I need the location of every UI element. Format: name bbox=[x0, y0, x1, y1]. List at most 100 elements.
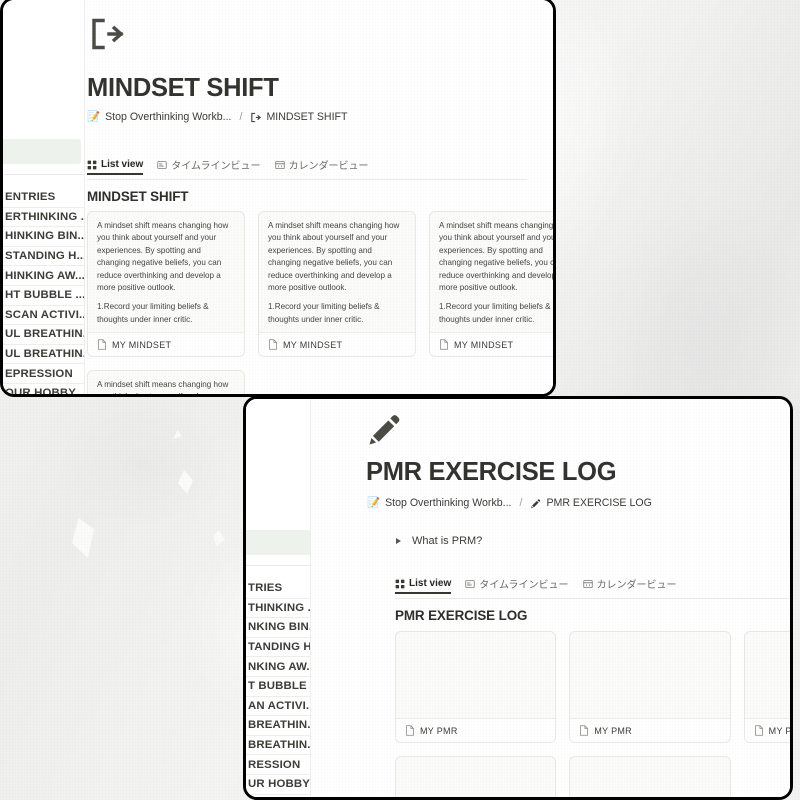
view-tabs[interactable]: List view タイムラインビュー カレンダービュー bbox=[87, 157, 527, 180]
sidebar-item-list[interactable]: ENTRIES ERTHINKING ... HINKING BIN... STAND… bbox=[3, 188, 84, 394]
sidebar-item[interactable]: SCAN ACTIVI... bbox=[3, 306, 84, 326]
breadcrumb-parent[interactable]: Stop Overthinking Workb... bbox=[385, 497, 511, 509]
sidebar-item[interactable]: HT BUBBLE ... bbox=[3, 286, 84, 306]
breadcrumb-current[interactable]: MINDSET SHIFT bbox=[266, 111, 347, 123]
card-body bbox=[570, 757, 729, 797]
sidebar-item[interactable]: UL BREATHIN... bbox=[3, 345, 84, 365]
sidebar-item-label: STANDING H... bbox=[5, 250, 84, 263]
sidebar-item[interactable]: NKING AW... bbox=[246, 657, 310, 677]
sidebar-mindset[interactable]: tion ENTRIES ERTHINKING ... HINKING BIN...… bbox=[3, 0, 85, 394]
card[interactable]: A mindset shift means changing how you t… bbox=[87, 370, 245, 394]
sidebar-item[interactable]: ERTHINKING ... bbox=[3, 208, 84, 228]
card[interactable]: A mindset shift means changing how you t… bbox=[258, 211, 416, 357]
sidebar-divider bbox=[246, 565, 310, 566]
card[interactable]: A mindset shift means changing how you t… bbox=[429, 211, 553, 357]
timeline-view-icon bbox=[157, 160, 167, 170]
card-body bbox=[396, 632, 555, 718]
sidebar-item[interactable]: HINKING BIN... bbox=[3, 227, 84, 247]
sidebar-item[interactable]: STANDING H... bbox=[3, 247, 84, 267]
sidebar-item[interactable]: RESSION bbox=[246, 755, 310, 775]
card-body: A mindset shift means changing how you t… bbox=[430, 212, 553, 332]
page-icon bbox=[405, 725, 415, 736]
memo-emoji: 📝 bbox=[367, 496, 381, 509]
card[interactable]: MY PMR bbox=[569, 631, 731, 743]
pencil-icon bbox=[530, 498, 541, 509]
sidebar-item[interactable]: BREATHIN... bbox=[246, 716, 310, 736]
page-icon bbox=[97, 339, 107, 350]
sidebar-item-label: BREATHIN... bbox=[248, 739, 310, 752]
card-body: A mindset shift means changing how you t… bbox=[259, 212, 415, 332]
notion-page-pmr: on TRIES THINKING ... NKING BIN... TANDING … bbox=[246, 399, 790, 797]
card[interactable] bbox=[569, 756, 731, 797]
exit-icon bbox=[250, 112, 262, 123]
breadcrumb-current[interactable]: PMR EXERCISE LOG bbox=[546, 497, 651, 509]
page-icon bbox=[439, 339, 449, 350]
card[interactable] bbox=[395, 756, 557, 797]
sidebar-item[interactable]: UL BREATHIN... bbox=[3, 325, 84, 345]
card-footer[interactable]: MY PMR bbox=[396, 718, 556, 742]
breadcrumb[interactable]: 📝 Stop Overthinking Workb... / MINDSET S… bbox=[87, 111, 347, 123]
sidebar-item[interactable]: NKING BIN... bbox=[246, 618, 310, 638]
sidebar-item-label: T BUBBLE ... bbox=[248, 680, 310, 693]
sidebar-item[interactable]: AN ACTIVI... bbox=[246, 697, 310, 717]
desktop-background: tion ENTRIES ERTHINKING ... HINKING BIN...… bbox=[0, 0, 800, 800]
chevron-right-icon[interactable] bbox=[396, 538, 401, 544]
sidebar-item-list[interactable]: TRIES THINKING ... NKING BIN... TANDING H..… bbox=[246, 579, 310, 795]
sidebar-item[interactable]: OUR HOBBY bbox=[3, 384, 84, 394]
card-paragraph: A mindset shift means changing how you t… bbox=[268, 221, 400, 292]
tab-timeline-view[interactable]: タイムラインビュー bbox=[465, 576, 569, 594]
card-body bbox=[745, 632, 790, 718]
card-footer-label: MY PMR bbox=[420, 725, 458, 736]
view-tabs[interactable]: List view タイムラインビュー カレンダービュー bbox=[395, 576, 790, 599]
sidebar-item[interactable]: TANDING H... bbox=[246, 638, 310, 658]
card-footer[interactable]: MY MINDSET bbox=[88, 332, 244, 356]
toggle-what-is-prm[interactable]: What is PRM? bbox=[396, 535, 482, 547]
card-footer[interactable]: MY PMR bbox=[744, 718, 792, 742]
sidebar-item[interactable]: BREATHIN... bbox=[246, 736, 310, 756]
sidebar-item[interactable]: TRIES bbox=[246, 579, 310, 599]
background-chip bbox=[173, 430, 182, 439]
tab-label: カレンダービュー bbox=[288, 161, 369, 172]
breadcrumb-parent[interactable]: Stop Overthinking Workb... bbox=[105, 111, 231, 123]
sidebar-active-item[interactable]: tion bbox=[3, 139, 81, 164]
tab-calendar-view[interactable]: カレンダービュー bbox=[274, 157, 369, 175]
background-chip bbox=[178, 470, 193, 494]
breadcrumb[interactable]: 📝 Stop Overthinking Workb... / PMR EXERC… bbox=[367, 497, 652, 509]
sidebar-pmr[interactable]: on TRIES THINKING ... NKING BIN... TANDING … bbox=[246, 399, 311, 797]
tab-calendar-view[interactable]: カレンダービュー bbox=[582, 576, 677, 594]
card-footer[interactable]: MY PMR bbox=[570, 718, 730, 742]
sidebar-item[interactable]: T BUBBLE ... bbox=[246, 677, 310, 697]
tab-label: タイムラインビュー bbox=[479, 580, 569, 591]
tab-timeline-view[interactable]: タイムラインビュー bbox=[157, 157, 261, 175]
card[interactable]: MY PMR bbox=[743, 631, 792, 743]
sidebar-item-label: HT BUBBLE ... bbox=[5, 289, 84, 302]
sidebar-item[interactable]: HINKING AW... bbox=[3, 266, 84, 286]
sidebar-item-label: OUR HOBBY bbox=[5, 387, 76, 394]
sidebar-item[interactable]: UR HOBBY bbox=[246, 775, 310, 795]
card-footer[interactable]: MY MINDSET bbox=[430, 332, 553, 356]
card-footer[interactable]: MY MINDSET bbox=[259, 332, 415, 356]
sidebar-item-label: HINKING AW... bbox=[5, 269, 84, 282]
card-footer-label: MY PMR bbox=[768, 725, 792, 736]
sidebar-item[interactable]: ENTRIES bbox=[3, 188, 84, 208]
page-icon bbox=[579, 725, 589, 736]
sidebar-active-item[interactable]: on bbox=[246, 530, 310, 555]
card-footer-label: MY MINDSET bbox=[112, 339, 172, 350]
toggle-label: What is PRM? bbox=[412, 535, 483, 547]
window-mindset-shift[interactable]: tion ENTRIES ERTHINKING ... HINKING BIN...… bbox=[0, 0, 556, 397]
document-pmr: PMR EXERCISE LOG 📝 Stop Overthinking Wor… bbox=[311, 399, 790, 797]
page-title: MINDSET SHIFT bbox=[87, 74, 279, 102]
card-footer-label: MY PMR bbox=[594, 725, 632, 736]
card-body: A mindset shift means changing how you t… bbox=[88, 212, 244, 332]
sidebar-item-label: EPRESSION bbox=[5, 367, 73, 380]
sidebar-item[interactable]: THINKING ... bbox=[246, 599, 310, 619]
sidebar-item-label: ERTHINKING ... bbox=[5, 210, 84, 223]
tab-list-view[interactable]: List view bbox=[395, 578, 452, 594]
window-pmr-exercise-log[interactable]: on TRIES THINKING ... NKING BIN... TANDING … bbox=[243, 396, 793, 800]
sidebar-item-label: UR HOBBY bbox=[248, 778, 310, 791]
card[interactable]: MY PMR bbox=[395, 631, 557, 743]
sidebar-item[interactable]: EPRESSION bbox=[3, 364, 84, 384]
card[interactable]: A mindset shift means changing how you t… bbox=[87, 211, 245, 357]
tab-list-view[interactable]: List view bbox=[87, 159, 144, 175]
sidebar-item-label: BREATHIN... bbox=[248, 719, 310, 732]
